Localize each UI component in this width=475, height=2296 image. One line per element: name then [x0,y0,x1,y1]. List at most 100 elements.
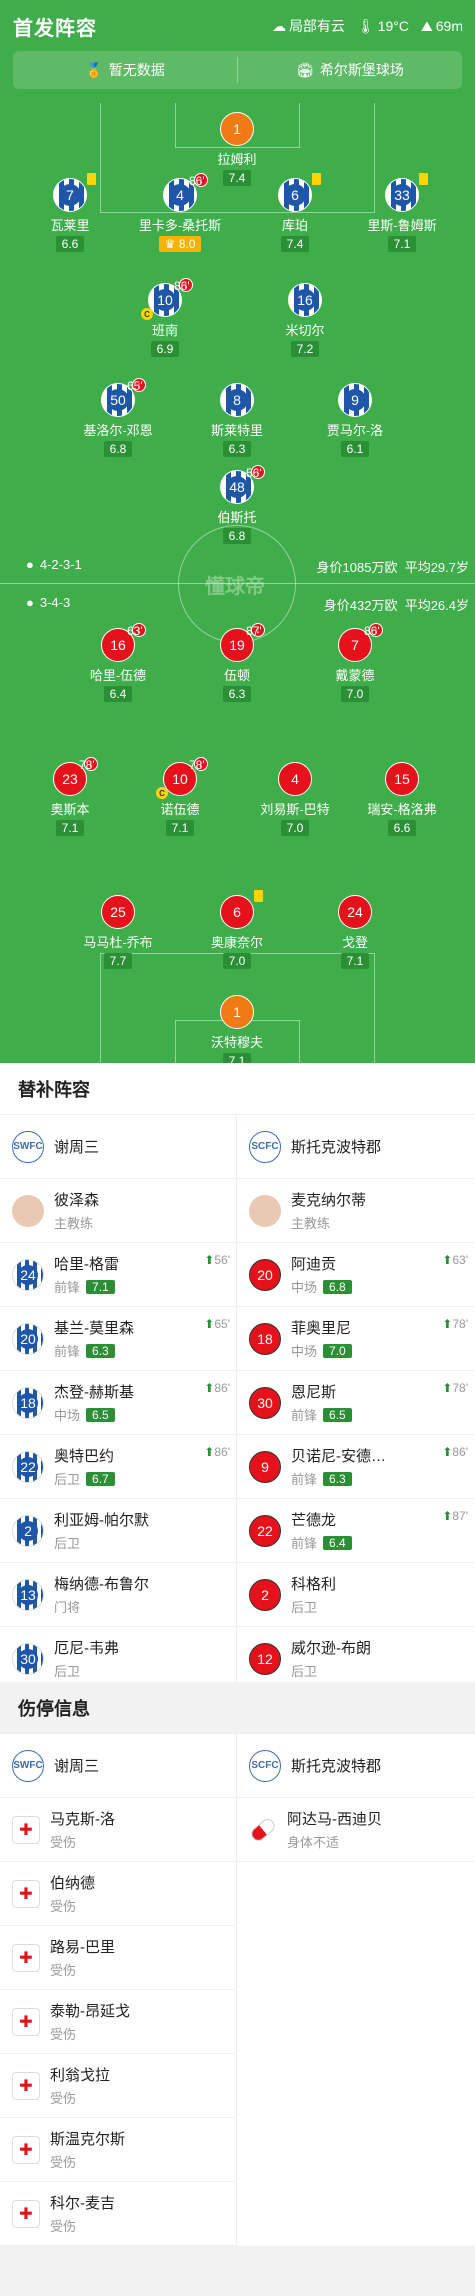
player-position: 受伤 [50,1896,95,1915]
home-player[interactable]: 48 ↓ 56' 伯斯托 6.8 [182,465,292,545]
substitution-time: ⬆86' [442,1445,468,1459]
player-text: 阿迪贡 中场 6.8 [291,1253,352,1296]
away-player[interactable]: 1 沃特穆夫 7.1 [182,995,292,1063]
player-row[interactable]: 麦克纳尔蒂 主教练 [237,1179,474,1243]
data-cell[interactable]: 🏅 暂无数据 [13,51,237,89]
position-text: 前锋 [291,1472,318,1487]
away-player[interactable]: 7 ↓ 86' 戴蒙德 7.0 [300,623,410,703]
player-name: 诺伍德 [160,802,200,817]
player-rating: 6.1 [340,441,370,457]
player-row[interactable]: 20 基兰-莫里森 前锋 6.3 ⬆65' [0,1307,236,1371]
away-player[interactable]: 4 刘易斯-巴特 7.0 [240,762,350,837]
club-logo-icon: SWFC [12,1130,44,1163]
player-row[interactable]: 2 利亚姆-帕尔默 后卫 [0,1499,236,1563]
away-player[interactable]: 10 ↓ C 78' 诺伍德 7.1 [125,757,235,837]
sub-in-icon: ⬆ [442,1381,453,1395]
player-row[interactable]: 24 哈里-格雷 前锋 7.1 ⬆56' [0,1243,236,1307]
home-injuries: SWFC 谢周三 ✚ 马克斯-洛 受伤 ✚ 伯纳德 受伤 ✚ 路易-巴里 受伤 ✚ 泰勒-昂延戈 受伤 ✚ 利… [0,1734,237,2246]
player-row[interactable]: 18 菲奥里尼 中场 7.0 ⬆78' [237,1307,474,1371]
header: 首发阵容 ☁ 局部有云 🌡 19°C ⛰ 69m [0,0,475,50]
player-name: 厄尼-韦弗 [54,1640,119,1657]
position-text: 后卫 [291,1664,318,1679]
home-player[interactable]: 4 ↓ 86' 里卡多-桑托斯 ♛ 8.0 [125,173,235,253]
away-subs: SCFC 斯托克波特郡 麦克纳尔蒂 主教练 20 阿迪贡 中场 6.8 ⬆63' 18 菲奥里尼 中场… [237,1115,474,1691]
home-subs: SWFC 谢周三彼泽森 主教练 24 哈里-格雷 前锋 7.1 ⬆56' 20 基兰-莫里森 前锋 6… [0,1115,237,1691]
away-player[interactable]: 6 奥康奈尔 7.0 [182,890,292,970]
position-text: 受伤 [50,1899,77,1914]
shirt-badge: 30 [249,1386,281,1419]
player-text: 芒德龙 前锋 6.4 [291,1509,352,1552]
substitution-time: ⬆86' [204,1445,230,1459]
match-info-bar: 🏅 暂无数据 🏟 希尔斯堡球场 [13,51,462,89]
player-position: 门将 [54,1597,149,1616]
player-position: 受伤 [50,1832,115,1851]
away-player[interactable]: 25 马马杜-乔布 7.7 [63,895,173,970]
injuries-title: 伤停信息 [0,1682,475,1734]
player-row[interactable]: ✚ 泰勒-昂延戈 受伤 [0,1990,236,2054]
medical-cross-icon: ✚ [19,1885,33,1903]
home-player[interactable]: 7 瓦莱里 6.6 [15,173,125,253]
shirt-number: 19 [229,637,245,653]
shirt-number: 22 [18,1456,38,1477]
player-row[interactable]: ✚ 伯纳德受伤 [0,1862,236,1926]
player-row[interactable]: SWFC 谢周三 [0,1734,236,1798]
player-text: 厄尼-韦弗 后卫 [54,1637,119,1680]
player-text: 威尔逊-布朗 后卫 [291,1637,371,1680]
player-row[interactable]: 9 贝诺尼-安德… 前锋 6.3 ⬆86' [237,1435,474,1499]
player-name: 斯温克尔斯 [50,2131,126,2148]
home-player[interactable]: 33 里斯-鲁姆斯 7.1 [347,173,457,253]
player-name: 谢周三 [54,1139,100,1156]
yellow-card-icon [419,173,428,185]
player-row[interactable]: SCFC 斯托克波特郡 [237,1115,474,1179]
player-name: 贝诺尼-安德… [291,1448,386,1465]
player-name: 里卡多-桑托斯 [138,218,222,233]
home-player[interactable]: 8 斯莱特里 6.3 [182,383,292,458]
player-position: 后卫 [291,1597,336,1616]
player-row[interactable]: 18 杰登-赫斯基 中场 6.5 ⬆86' [0,1371,236,1435]
player-row[interactable]: 阿达马-西迪贝 身体不适 [237,1798,474,1862]
player-position: 受伤 [50,2088,110,2107]
player-row[interactable]: ✚ 路易-巴里 受伤 [0,1926,236,1990]
home-player[interactable]: 50 ↓ 65' 基洛尔-邓恩 6.8 [63,378,173,458]
shirt-number: 16 [294,289,316,311]
player-row[interactable]: 13 梅纳德-布鲁尔 门将 [0,1563,236,1627]
away-injuries: SCFC 斯托克波特郡 阿达马-西迪贝 身体不适 [237,1734,474,2246]
shirt-number: 7 [351,637,359,653]
away-player[interactable]: 23 ↓ 78' 奥斯本 7.1 [15,757,125,837]
away-team-icon: ● [26,595,34,610]
player-row[interactable]: 20 阿迪贡 中场 6.8 ⬆63' [237,1243,474,1307]
player-row[interactable]: ✚ 马克斯-洛 受伤 [0,1798,236,1862]
position-text: 前锋 [54,1344,81,1359]
player-row[interactable]: SCFC 斯托克波特郡 [237,1734,474,1798]
position-text: 后卫 [54,1472,81,1487]
player-row[interactable]: ✚ 斯温克尔斯 受伤 [0,2118,236,2182]
away-value-text: 身价432万欧 [323,598,398,613]
player-row[interactable]: ✚ 科尔-麦吉 受伤 [0,2182,236,2246]
player-row[interactable]: ✚ 利翁戈拉 受伤 [0,2054,236,2118]
player-text: 菲奥里尼 中场 7.0 [291,1317,352,1360]
player-name: 菲奥里尼 [291,1320,352,1337]
away-player[interactable]: 19 ↓ 87' 伍顿 6.3 [182,623,292,703]
home-player[interactable]: 9 贾马尔-洛 6.1 [300,383,410,458]
stadium-cell[interactable]: 🏟 希尔斯堡球场 [238,51,462,89]
home-player[interactable]: 16 米切尔 7.2 [250,283,360,358]
home-player[interactable]: 6 库珀 7.4 [240,173,350,253]
shirt-number: 6 [284,184,306,206]
player-row[interactable]: 22 芒德龙 前锋 6.4 ⬆87' [237,1499,474,1563]
player-text: 科尔-麦吉 受伤 [50,2192,115,2235]
home-player[interactable]: 10 ↓ C 86' 班南 6.9 [110,278,220,358]
away-player[interactable]: 15 瑞安-格洛弗 6.6 [347,762,457,837]
player-row[interactable]: 彼泽森 主教练 [0,1179,236,1243]
player-name: 科尔-麦吉 [50,2195,115,2212]
player-text: 利亚姆-帕尔默 后卫 [54,1509,149,1552]
away-player[interactable]: 16 ↓ 63' 哈里-伍德 6.4 [63,623,173,703]
player-name: 伯纳德 [50,1875,96,1892]
player-text: 谢周三 [54,1136,99,1157]
player-row[interactable]: SWFC 谢周三 [0,1115,236,1179]
player-row[interactable]: 2 科格利 后卫 [237,1563,474,1627]
player-name: 梅纳德-布鲁尔 [54,1576,149,1593]
away-player[interactable]: 24 戈登 7.1 [300,895,410,970]
player-row[interactable]: 22 奥特巴约 后卫 6.7 ⬆86' [0,1435,236,1499]
substitution-time: ⬆65' [204,1317,230,1331]
player-row[interactable]: 30 恩尼斯 前锋 6.5 ⬆78' [237,1371,474,1435]
